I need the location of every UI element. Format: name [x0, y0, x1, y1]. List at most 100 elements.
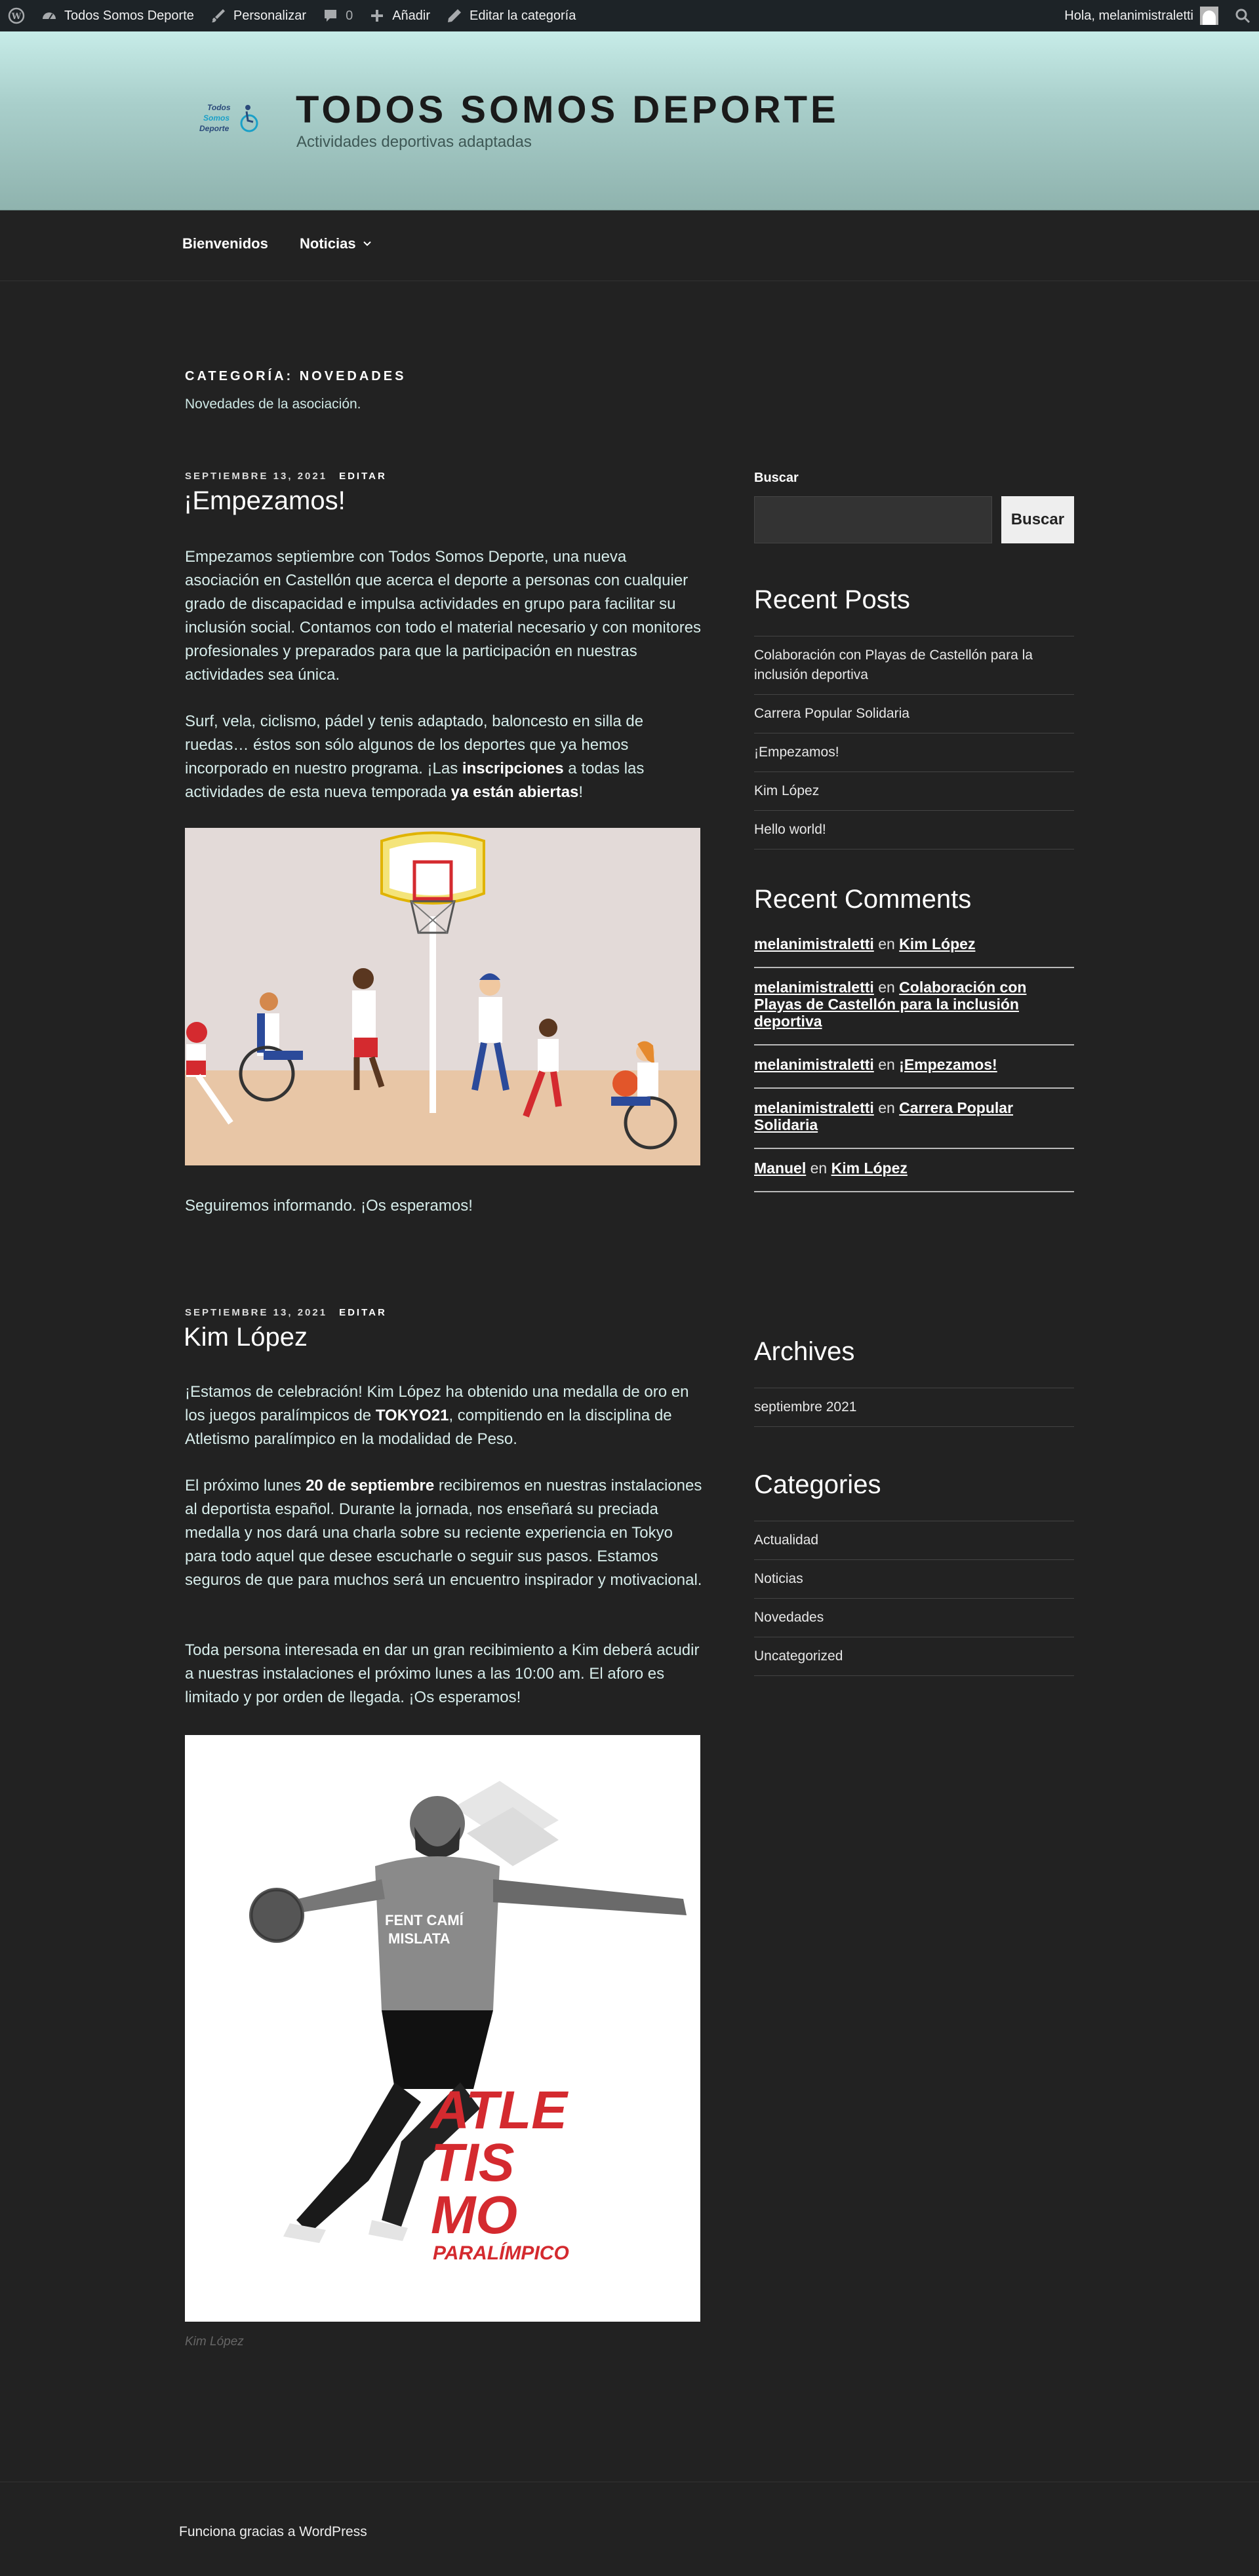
svg-text:TIS: TIS: [431, 2133, 515, 2193]
comment-author-link[interactable]: melanimistraletti: [754, 935, 874, 952]
recent-comment: melanimistraletti en ¡Empezamos!: [754, 1045, 1074, 1089]
comment-author-link[interactable]: melanimistraletti: [754, 1056, 874, 1073]
comments-link[interactable]: 0: [314, 0, 361, 31]
search-label: Buscar: [754, 471, 799, 485]
admin-search[interactable]: [1226, 0, 1259, 31]
basketball-illustration: [185, 828, 700, 1165]
svg-text:MO: MO: [431, 2185, 517, 2245]
widget-title: Recent Comments: [754, 885, 972, 914]
account-menu[interactable]: Hola, melanimistraletti: [1056, 0, 1226, 31]
recent-post-link[interactable]: Kim López: [754, 772, 1074, 811]
post-meta: SEPTIEMBRE 13, 2021 EDITAR: [185, 471, 387, 482]
category-link[interactable]: Actualidad: [754, 1521, 1074, 1560]
category-link[interactable]: Novedades: [754, 1599, 1074, 1637]
edit-category-label: Editar la categoría: [470, 8, 576, 23]
recent-post-link[interactable]: Hello world!: [754, 811, 1074, 849]
comment-author-link[interactable]: melanimistraletti: [754, 1099, 874, 1116]
search-widget: Buscar Buscar: [754, 471, 1074, 543]
edit-post-link[interactable]: EDITAR: [339, 471, 387, 482]
post-date[interactable]: SEPTIEMBRE 13, 2021: [185, 1307, 327, 1318]
main-navigation: Bienvenidos Noticias: [0, 210, 1259, 281]
archive-link[interactable]: septiembre 2021: [754, 1388, 1074, 1427]
site-logo[interactable]: Todos Somos Deporte: [188, 94, 260, 147]
recent-post-link[interactable]: Colaboración con Playas de Castellón par…: [754, 636, 1074, 695]
search-input[interactable]: [754, 496, 992, 543]
comment-post-link[interactable]: ¡Empezamos!: [899, 1056, 997, 1073]
comment-post-link[interactable]: Kim López: [899, 935, 975, 952]
image-caption: Kim López: [185, 2335, 244, 2349]
svg-text:MISLATA: MISLATA: [388, 1930, 450, 1947]
post-meta: SEPTIEMBRE 13, 2021 EDITAR: [185, 1307, 387, 1318]
recent-comment: Manuel en Kim López: [754, 1149, 1074, 1192]
svg-text:PARALÍMPICO: PARALÍMPICO: [433, 2242, 569, 2264]
svg-text:Somos: Somos: [203, 113, 230, 123]
nav-item-label: Bienvenidos: [182, 235, 268, 252]
comments-count: 0: [346, 8, 353, 23]
post-paragraph: El próximo lunes 20 de septiembre recibi…: [185, 1477, 702, 1589]
site-footer: Funciona gracias a WordPress: [0, 2482, 1259, 2576]
post-paragraph: Empezamos septiembre con Todos Somos Dep…: [185, 548, 702, 684]
category-link[interactable]: Uncategorized: [754, 1637, 1074, 1676]
logo-image: Todos Somos Deporte: [199, 103, 258, 133]
archive-title: CATEGORÍA: NOVEDADES: [185, 369, 407, 383]
widget-title: Recent Posts: [754, 585, 910, 614]
chevron-down-icon: [363, 241, 371, 246]
wordpress-menu[interactable]: W: [0, 0, 33, 31]
recent-post-link[interactable]: ¡Empezamos!: [754, 733, 1074, 772]
recent-post-link[interactable]: Carrera Popular Solidaria: [754, 695, 1074, 733]
widget-title: Categories: [754, 1470, 881, 1499]
nav-item-noticias[interactable]: Noticias: [300, 235, 372, 252]
recent-comment: melanimistraletti en Carrera Popular Sol…: [754, 1089, 1074, 1149]
customize-label: Personalizar: [233, 8, 307, 23]
post-paragraph: Seguiremos informando. ¡Os esperamos!: [185, 1197, 473, 1215]
kim-lopez-poster: FENT CAMÍ MISLATA ATLE TIS MO PARALÍMPIC…: [185, 1735, 700, 2322]
edit-post-link[interactable]: EDITAR: [339, 1307, 387, 1318]
search-icon: [1235, 9, 1250, 24]
post-date[interactable]: SEPTIEMBRE 13, 2021: [185, 471, 327, 482]
post-title[interactable]: Kim López: [184, 1323, 308, 1352]
post-paragraph: Surf, vela, ciclismo, pádel y tenis adap…: [185, 712, 645, 801]
plus-icon: [371, 10, 384, 22]
svg-text:W: W: [11, 12, 22, 22]
svg-text:ATLE: ATLE: [430, 2080, 569, 2140]
post-paragraph: Toda persona interesada en dar un gran r…: [185, 1641, 700, 1706]
recent-comment: melanimistraletti en Colaboración con Pl…: [754, 968, 1074, 1045]
customize-link[interactable]: Personalizar: [202, 0, 314, 31]
recent-posts-widget: Recent Posts Colaboración con Playas de …: [754, 585, 1074, 849]
wordpress-icon: W: [8, 7, 25, 24]
site-title[interactable]: TODOS SOMOS DEPORTE: [296, 88, 839, 132]
svg-text:FENT CAMÍ: FENT CAMÍ: [385, 1912, 464, 1928]
greeting: Hola, melanimistraletti: [1064, 8, 1193, 23]
dashboard-icon: [43, 12, 56, 20]
site-name-link[interactable]: Todos Somos Deporte: [33, 0, 202, 31]
comment-icon: [325, 10, 337, 22]
svg-text:Deporte: Deporte: [199, 124, 230, 133]
category-link[interactable]: Noticias: [754, 1560, 1074, 1599]
widget-title: Archives: [754, 1337, 855, 1366]
site-description: Actividades deportivas adaptadas: [296, 133, 532, 151]
post-title[interactable]: ¡Empezamos!: [184, 486, 346, 516]
recent-comments-widget: Recent Comments melanimistraletti en Kim…: [754, 885, 1074, 1192]
categories-widget: Categories Actualidad Noticias Novedades…: [754, 1470, 1074, 1676]
svg-text:Todos: Todos: [207, 103, 231, 112]
nav-item-label: Noticias: [300, 235, 356, 252]
post-paragraph: ¡Estamos de celebración! Kim López ha ob…: [185, 1383, 689, 1448]
add-new-link[interactable]: Añadir: [361, 0, 438, 31]
admin-bar: W Todos Somos Deporte Personalizar 0 Aña…: [0, 0, 1259, 31]
comment-author-link[interactable]: melanimistraletti: [754, 979, 874, 996]
recent-comment: melanimistraletti en Kim López: [754, 927, 1074, 968]
powered-by-link[interactable]: Funciona gracias a WordPress: [179, 2524, 367, 2540]
avatar: [1200, 7, 1218, 25]
archive-description: Novedades de la asociación.: [185, 397, 361, 412]
nav-item-bienvenidos[interactable]: Bienvenidos: [182, 235, 268, 252]
brush-icon: [211, 9, 225, 23]
add-new-label: Añadir: [392, 8, 430, 23]
search-button[interactable]: Buscar: [1001, 496, 1074, 543]
edit-category-link[interactable]: Editar la categoría: [438, 0, 584, 31]
site-name-label: Todos Somos Deporte: [64, 8, 194, 23]
archives-widget: Archives septiembre 2021: [754, 1337, 1074, 1427]
comment-post-link[interactable]: Kim López: [831, 1160, 908, 1177]
site-header: Todos Somos Deporte TODOS SOMOS DEPORTE …: [0, 31, 1259, 210]
comment-author-link[interactable]: Manuel: [754, 1160, 806, 1177]
pencil-icon: [448, 9, 461, 22]
